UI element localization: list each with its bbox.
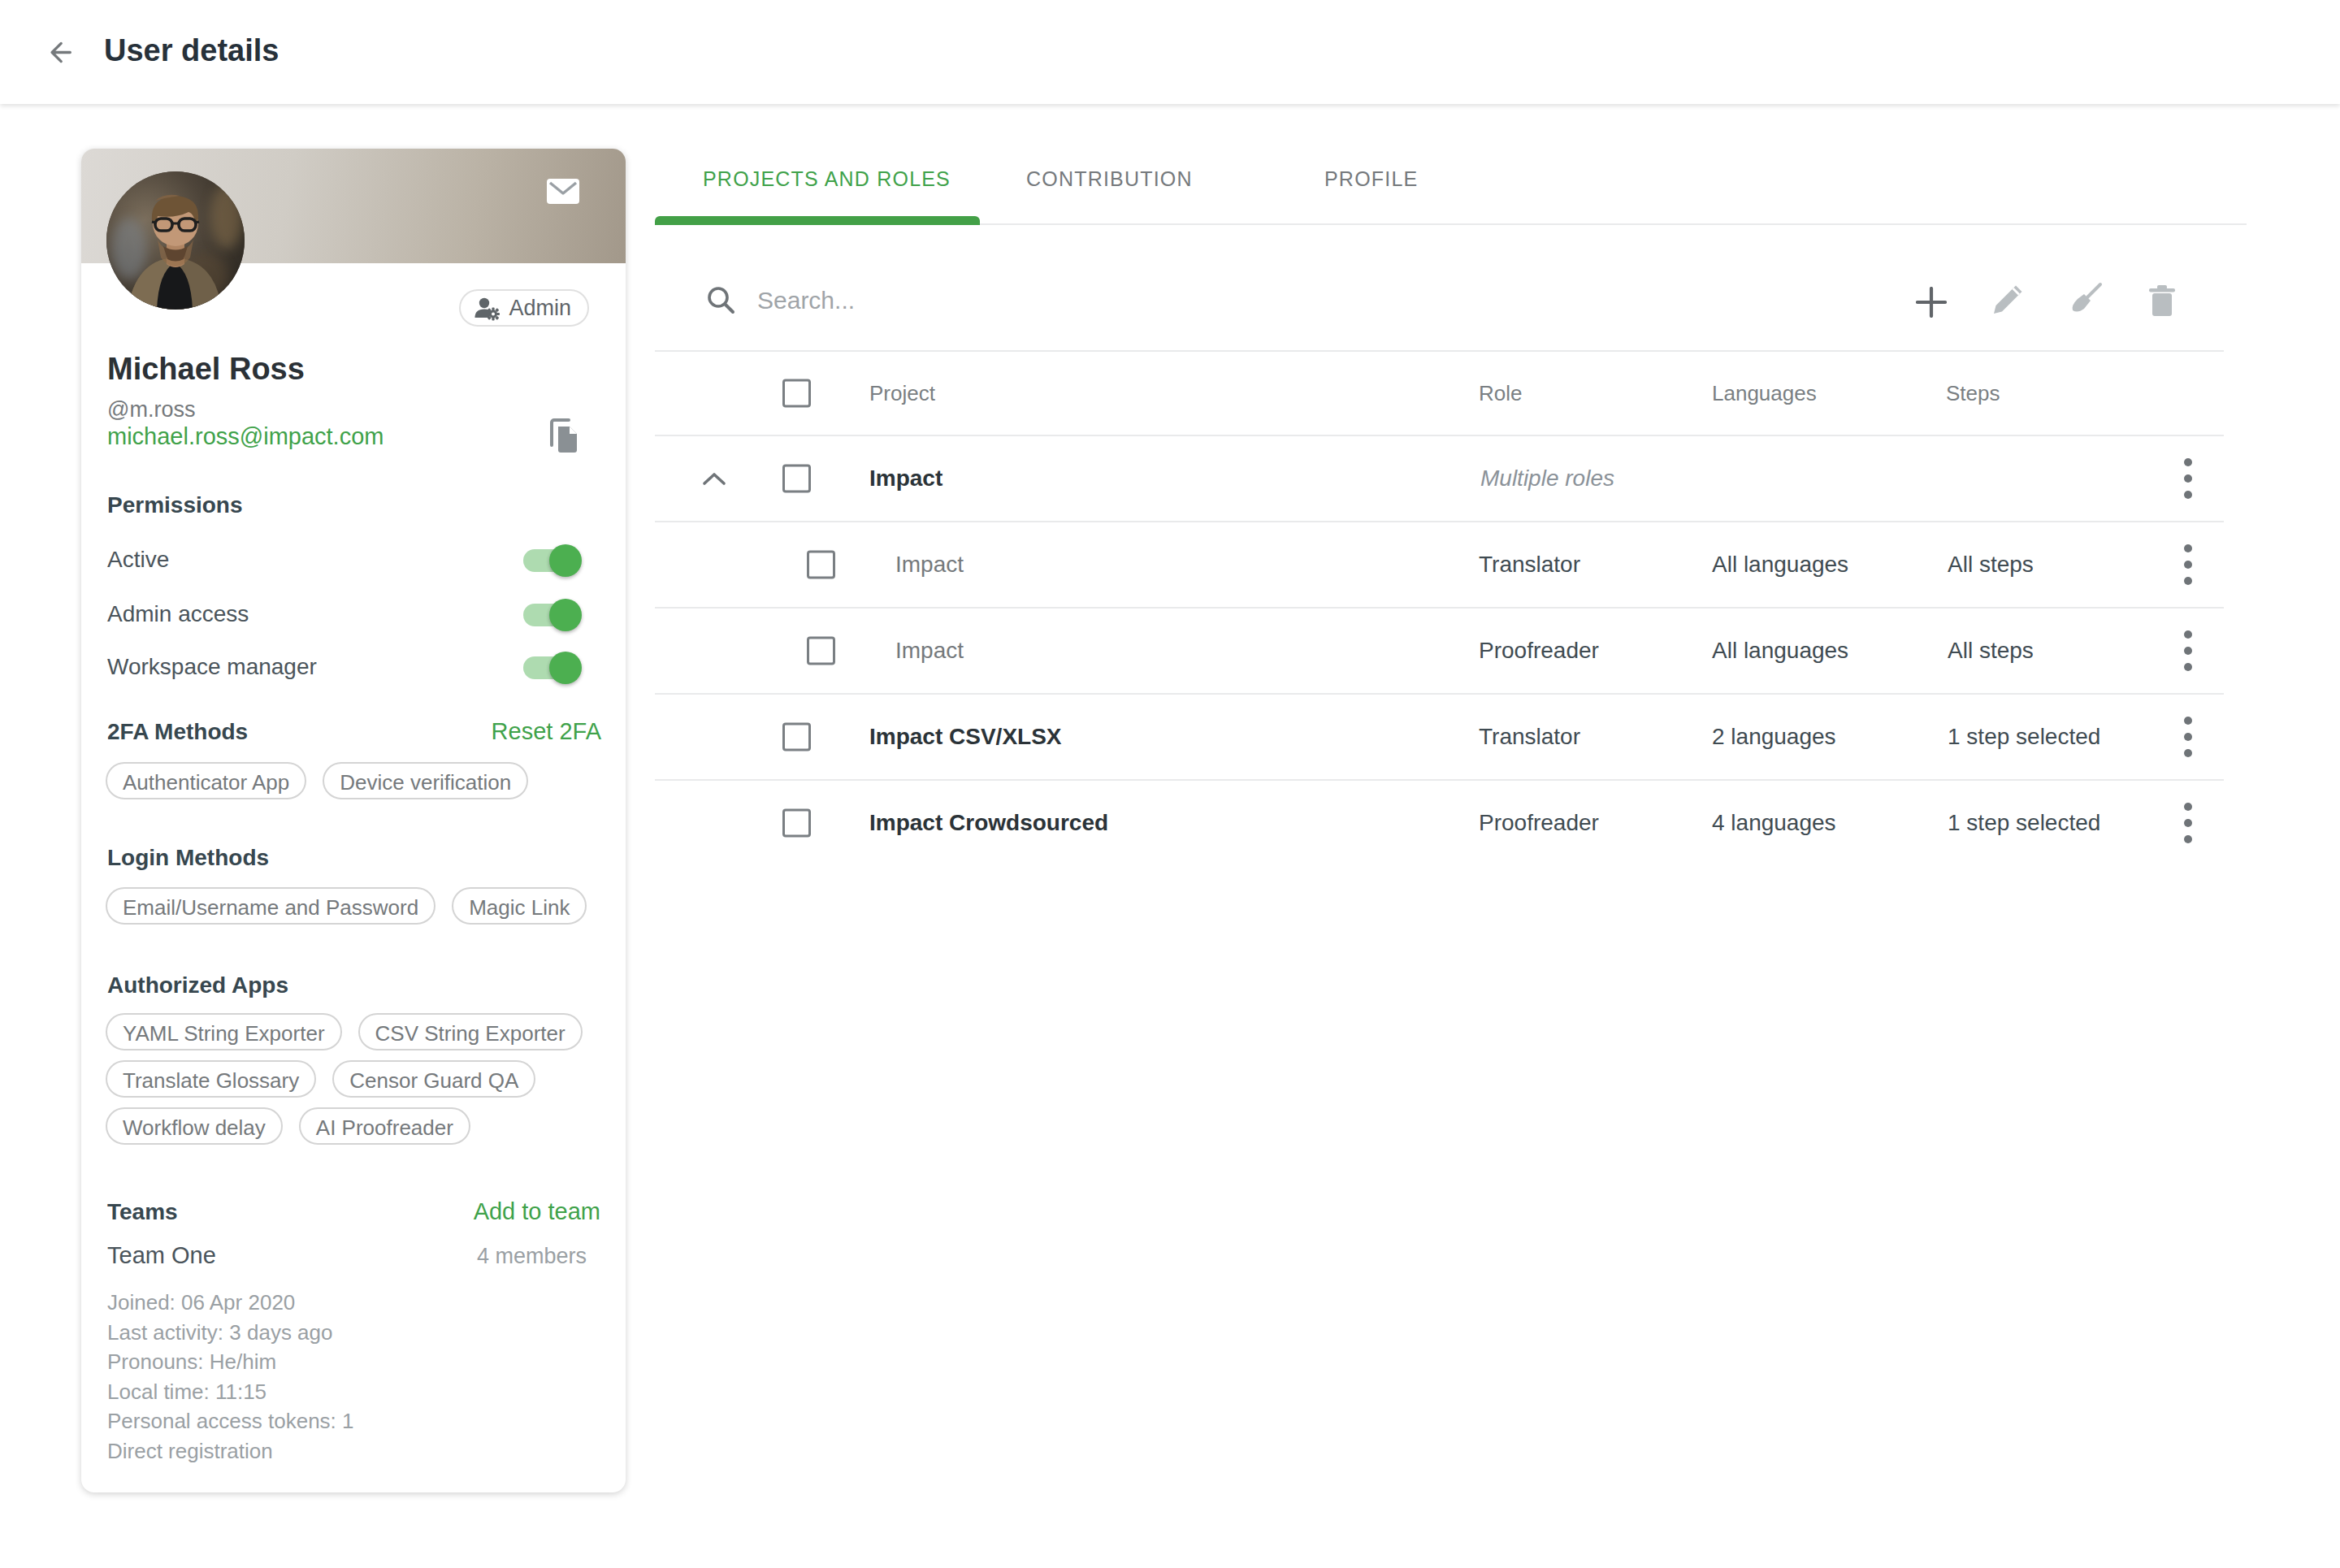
- teams-heading: Teams: [107, 1199, 178, 1225]
- row-menu-icon[interactable]: [2183, 798, 2193, 848]
- table-row[interactable]: Impact Multiple roles: [655, 436, 2224, 521]
- twofa-chip: Authenticator App: [106, 762, 306, 799]
- toggle-label-workspace-manager: Workspace manager: [107, 654, 317, 680]
- tab-contribution[interactable]: CONTRIBUTION: [1026, 167, 1193, 191]
- copy-icon[interactable]: [547, 416, 579, 455]
- app-chip: Censor Guard QA: [332, 1060, 535, 1098]
- languages-value: 2 languages: [1712, 724, 1836, 750]
- login-methods-heading: Login Methods: [107, 845, 269, 871]
- table-row[interactable]: Impact Proofreader All languages All ste…: [655, 609, 2224, 693]
- table-header-row: Project Role Languages Steps: [655, 352, 2224, 435]
- row-menu-icon[interactable]: [2183, 626, 2193, 676]
- column-header-role: Role: [1479, 381, 1522, 406]
- collapse-icon[interactable]: [702, 471, 726, 486]
- app-chip: YAML String Exporter: [106, 1013, 342, 1050]
- app-chip: Translate Glossary: [106, 1060, 316, 1098]
- search-input[interactable]: Search...: [757, 287, 855, 314]
- login-chip: Magic Link: [452, 887, 587, 925]
- mail-icon[interactable]: [547, 179, 579, 204]
- project-name: Impact: [895, 552, 964, 578]
- app-bar: User details: [0, 0, 2340, 104]
- team-name: Team One: [107, 1242, 216, 1269]
- steps-value: 1 step selected: [1948, 724, 2100, 750]
- toggle-label-admin-access: Admin access: [107, 601, 249, 627]
- steps-value: 1 step selected: [1948, 810, 2100, 836]
- languages-value: All languages: [1712, 552, 1848, 578]
- app-chip: Workflow delay: [106, 1107, 283, 1145]
- row-menu-icon[interactable]: [2183, 539, 2193, 590]
- table-row[interactable]: Impact Crowdsourced Proofreader 4 langua…: [655, 781, 2224, 865]
- back-arrow-icon[interactable]: [43, 37, 73, 67]
- row-checkbox[interactable]: [807, 637, 835, 665]
- app-chip: AI Proofreader: [299, 1107, 470, 1145]
- app-chip: CSV String Exporter: [358, 1013, 583, 1050]
- user-name: Michael Ross: [107, 352, 305, 387]
- select-all-checkbox[interactable]: [782, 379, 811, 408]
- add-icon[interactable]: [1916, 287, 1947, 318]
- toggle-workspace-manager[interactable]: [523, 656, 578, 679]
- admin-person-icon: [474, 296, 500, 321]
- profile-card: Admin Michael Ross @m.ross michael.ross@…: [81, 149, 626, 1492]
- role-value: Translator: [1479, 724, 1580, 750]
- column-header-steps: Steps: [1946, 381, 2000, 406]
- project-name: Impact: [895, 638, 964, 664]
- login-chip: Email/Username and Password: [106, 887, 436, 925]
- toggle-active[interactable]: [523, 549, 578, 572]
- tab-profile[interactable]: PROFILE: [1324, 167, 1418, 191]
- meta-registration: Direct registration: [107, 1436, 354, 1466]
- add-to-team-link[interactable]: Add to team: [474, 1198, 600, 1225]
- table-row[interactable]: Impact Translator All languages All step…: [655, 522, 2224, 607]
- meta-tokens: Personal access tokens: 1: [107, 1406, 354, 1436]
- project-name: Impact Crowdsourced: [869, 810, 1108, 836]
- languages-value: 4 languages: [1712, 810, 1836, 836]
- user-username: @m.ross: [107, 397, 195, 422]
- toggle-label-active: Active: [107, 547, 169, 573]
- user-email[interactable]: michael.ross@impact.com: [107, 423, 384, 450]
- authorized-apps-heading: Authorized Apps: [107, 972, 288, 998]
- search-icon: [705, 284, 736, 315]
- row-menu-icon[interactable]: [2183, 453, 2193, 504]
- column-header-languages: Languages: [1712, 381, 1817, 406]
- toggle-admin-access[interactable]: [523, 604, 578, 626]
- tab-projects-and-roles[interactable]: PROJECTS AND ROLES: [703, 167, 951, 191]
- project-name: Impact CSV/XLSX: [869, 724, 1062, 750]
- role-value: Proofreader: [1479, 638, 1599, 664]
- permissions-heading: Permissions: [107, 492, 243, 518]
- meta-pronouns: Pronouns: He/him: [107, 1347, 354, 1377]
- clean-icon[interactable]: [2066, 279, 2105, 318]
- column-header-project: Project: [869, 381, 935, 406]
- steps-value: All steps: [1948, 552, 2034, 578]
- admin-badge-label: Admin: [509, 296, 571, 321]
- table-row[interactable]: Impact CSV/XLSX Translator 2 languages 1…: [655, 695, 2224, 779]
- team-members-count: 4 members: [477, 1244, 587, 1269]
- row-checkbox[interactable]: [782, 465, 811, 493]
- role-value: Multiple roles: [1480, 466, 1614, 492]
- reset-2fa-link[interactable]: Reset 2FA: [492, 718, 601, 745]
- row-checkbox[interactable]: [807, 551, 835, 579]
- languages-value: All languages: [1712, 638, 1848, 664]
- meta-last-activity: Last activity: 3 days ago: [107, 1318, 354, 1348]
- row-checkbox[interactable]: [782, 809, 811, 838]
- steps-value: All steps: [1948, 638, 2034, 664]
- profile-meta: Joined: 06 Apr 2020 Last activity: 3 day…: [107, 1288, 354, 1466]
- avatar: [106, 171, 245, 310]
- edit-icon[interactable]: [1989, 283, 2025, 318]
- row-checkbox[interactable]: [782, 723, 811, 752]
- role-value: Proofreader: [1479, 810, 1599, 836]
- row-menu-icon[interactable]: [2183, 712, 2193, 762]
- role-value: Translator: [1479, 552, 1580, 578]
- active-tab-indicator: [655, 216, 980, 225]
- admin-badge: Admin: [459, 289, 589, 327]
- project-name: Impact: [869, 466, 942, 492]
- meta-joined: Joined: 06 Apr 2020: [107, 1288, 354, 1318]
- page-title: User details: [104, 33, 279, 68]
- twofa-heading: 2FA Methods: [107, 719, 248, 745]
- twofa-chip: Device verification: [323, 762, 528, 799]
- delete-icon[interactable]: [2146, 284, 2178, 318]
- meta-local-time: Local time: 11:15: [107, 1377, 354, 1407]
